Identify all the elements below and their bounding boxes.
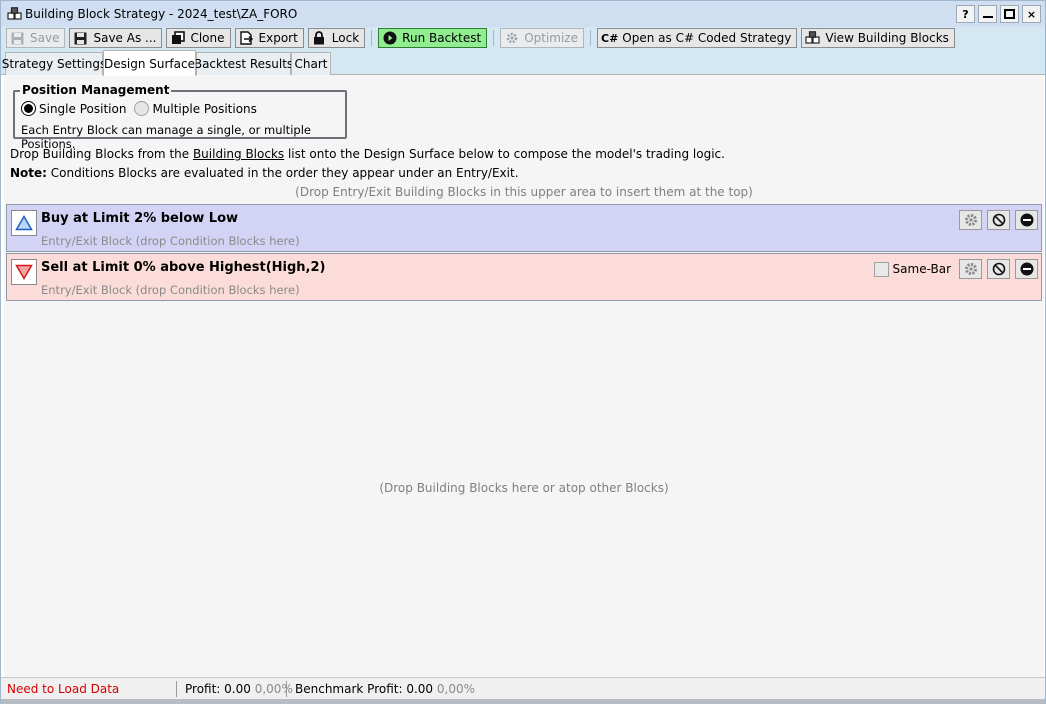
- position-management-title: Position Management: [20, 83, 172, 97]
- open-csharp-button[interactable]: C# Open as C# Coded Strategy: [597, 28, 798, 48]
- tab-backtest-results[interactable]: Backtest Results: [194, 52, 293, 75]
- save-as-button[interactable]: Save As ...: [69, 28, 163, 48]
- view-building-blocks-button[interactable]: View Building Blocks: [801, 28, 955, 48]
- lock-button[interactable]: Lock: [307, 28, 366, 48]
- play-circle-icon: [382, 31, 397, 46]
- block-title: Sell at Limit 0% above Highest(High,2): [41, 260, 326, 275]
- copy-icon: [170, 31, 185, 46]
- status-bar: Need to Load Data Profit: 0.00 0,00% Ben…: [1, 677, 1045, 699]
- clone-button[interactable]: Clone: [166, 28, 231, 48]
- note-line: Note: Conditions Blocks are evaluated in…: [10, 166, 519, 180]
- toolbar-separator: [590, 30, 591, 46]
- block-title: Buy at Limit 2% below Low: [41, 211, 239, 226]
- entry-exit-block-sell[interactable]: Sell at Limit 0% above Highest(High,2) E…: [6, 253, 1042, 301]
- blocks-icon: [6, 6, 22, 22]
- save-button[interactable]: Save: [6, 28, 66, 48]
- toolbar-separator: [371, 30, 373, 46]
- export-icon: [239, 31, 254, 46]
- minus-circle-icon: [1020, 213, 1033, 227]
- tab-strategy-settings[interactable]: Strategy Settings: [2, 52, 106, 75]
- block-settings-button[interactable]: [959, 210, 982, 230]
- single-position-label[interactable]: Single Position: [39, 102, 126, 116]
- triangle-up-icon: [11, 210, 37, 236]
- gear-icon: [964, 214, 977, 226]
- gears-icon: [504, 31, 519, 46]
- optimize-button[interactable]: Optimize: [500, 28, 584, 48]
- blocks-icon: [805, 31, 821, 46]
- drop-area-hint: (Drop Building Blocks here or atop other…: [379, 481, 669, 495]
- multiple-positions-label[interactable]: Multiple Positions: [152, 102, 256, 116]
- help-button[interactable]: ?: [956, 5, 975, 23]
- same-bar-checkbox[interactable]: [873, 261, 889, 277]
- run-backtest-button[interactable]: Run Backtest: [378, 28, 488, 48]
- csharp-icon: C#: [601, 31, 619, 45]
- design-surface[interactable]: Position Management Single Position Mult…: [4, 75, 1044, 677]
- floppy-disk-icon: [73, 31, 88, 46]
- export-button[interactable]: Export: [234, 28, 304, 48]
- tab-design-surface[interactable]: Design Surface: [103, 50, 196, 76]
- block-disable-button[interactable]: [987, 210, 1010, 230]
- lock-icon: [312, 31, 327, 46]
- maximize-icon: [1004, 9, 1015, 19]
- prohibited-icon: [992, 262, 1005, 276]
- strategy-window: Building Block Strategy - 2024_test\ZA_F…: [0, 0, 1046, 704]
- gear-icon: [964, 263, 977, 275]
- position-management-group: Position Management Single Position Mult…: [13, 83, 347, 151]
- multiple-positions-radio[interactable]: [134, 101, 150, 116]
- triangle-down-icon: [11, 259, 37, 285]
- block-settings-button[interactable]: [959, 259, 982, 279]
- minimize-icon: [982, 16, 993, 18]
- toolbar: Save Save As ... Clone Export Lock Run B…: [1, 27, 1045, 49]
- same-bar-label[interactable]: Same-Bar: [893, 262, 951, 276]
- tab-strip: Strategy Settings Design Surface Backtes…: [1, 49, 1045, 76]
- data-status: Need to Load Data: [7, 681, 120, 696]
- minimize-button[interactable]: [978, 5, 997, 23]
- maximize-button[interactable]: [1000, 5, 1019, 23]
- title-bar: Building Block Strategy - 2024_test\ZA_F…: [1, 1, 1045, 27]
- building-blocks-link[interactable]: Building Blocks: [193, 147, 284, 161]
- toolbar-separator: [493, 30, 495, 46]
- prohibited-icon: [992, 213, 1005, 227]
- window-bottom-border: [1, 699, 1045, 704]
- instructions-line: Drop Building Blocks from the Building B…: [10, 147, 725, 161]
- entry-exit-block-buy[interactable]: Buy at Limit 2% below Low Entry/Exit Blo…: [6, 204, 1042, 252]
- window-title: Building Block Strategy - 2024_test\ZA_F…: [25, 7, 298, 21]
- block-disable-button[interactable]: [987, 259, 1010, 279]
- close-button[interactable]: ×: [1022, 5, 1041, 23]
- benchmark-profit-status: Benchmark Profit: 0.00 0,00%: [295, 681, 476, 696]
- block-remove-button[interactable]: [1015, 210, 1038, 230]
- tab-chart[interactable]: Chart: [291, 52, 331, 75]
- profit-status: Profit: 0.00 0,00%: [185, 681, 293, 696]
- block-subtitle: Entry/Exit Block (drop Condition Blocks …: [41, 234, 300, 248]
- top-drop-hint: (Drop Entry/Exit Building Blocks in this…: [295, 185, 753, 199]
- same-bar-option[interactable]: Same-Bar: [873, 261, 951, 277]
- floppy-disk-icon: [10, 31, 25, 46]
- single-position-radio[interactable]: [21, 101, 36, 116]
- block-subtitle: Entry/Exit Block (drop Condition Blocks …: [41, 283, 300, 297]
- minus-circle-icon: [1020, 262, 1033, 276]
- block-remove-button[interactable]: [1015, 259, 1038, 279]
